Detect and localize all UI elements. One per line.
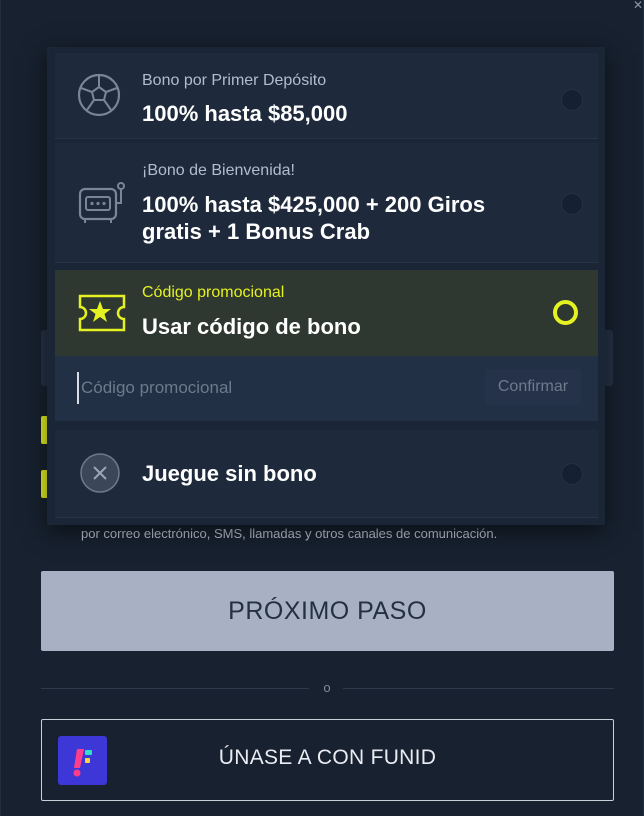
divider-text: o [323,680,331,695]
close-circle-icon [79,452,121,499]
radio-button[interactable] [561,193,583,215]
option-subtitle: Bono por Primer Depósito [142,72,327,89]
bonus-dropdown: Bono por Primer Depósito 100% hasta $85,… [47,47,605,525]
option-subtitle: ¡Bono de Bienvenida! [142,162,295,179]
soccer-ball-icon [77,73,121,122]
option-title: Usar código de bono [142,314,361,339]
radio-button[interactable] [561,89,583,111]
bonus-option-no-bonus[interactable]: Juegue sin bono [55,430,598,518]
divider-line [343,688,614,689]
next-step-button[interactable]: PRÓXIMO PASO [41,571,614,651]
option-title: 100% hasta $85,000 [142,101,348,126]
close-icon[interactable]: ✕ [633,0,643,14]
option-subtitle: Código promocional [142,284,285,301]
bonus-option-first-deposit[interactable]: Bono por Primer Depósito 100% hasta $85,… [55,53,598,139]
funid-join-button[interactable]: ÚNASE A CON FUNID [41,719,614,801]
option-title: 100% hasta $425,000 + 200 Giros gratis +… [142,192,486,244]
radio-button-selected[interactable] [553,300,578,325]
radio-button[interactable] [561,463,583,485]
confirm-promo-button[interactable]: Confirmar [485,369,581,405]
slot-machine-icon [77,179,127,230]
promo-code-input[interactable] [77,372,463,404]
ticket-star-icon [77,292,127,339]
funid-button-label: ÚNASE A CON FUNID [218,746,437,769]
promo-code-row: Confirmar [55,356,598,421]
consent-text: por correo electrónico, SMS, llamadas y … [81,526,498,541]
bonus-option-welcome[interactable]: ¡Bono de Bienvenida! 100% hasta $425,000… [55,143,598,263]
bonus-option-promo-code[interactable]: Código promocional Usar código de bono [55,270,598,356]
option-title: Juegue sin bono [142,461,317,486]
divider-line [41,688,309,689]
